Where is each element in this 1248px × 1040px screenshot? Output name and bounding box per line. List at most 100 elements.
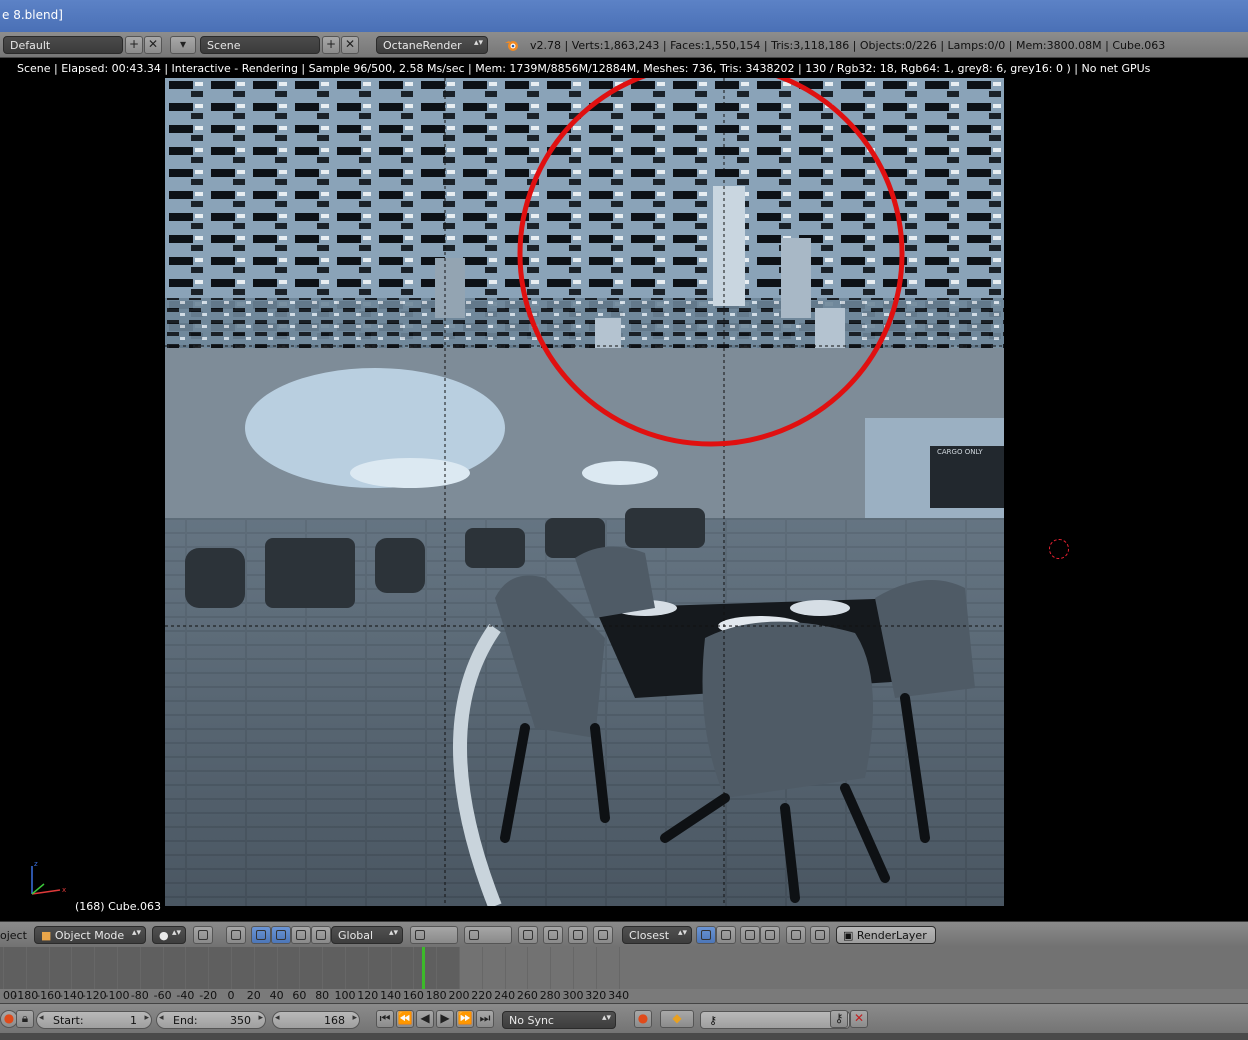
- magnet-icon: [701, 930, 711, 940]
- jump-keyframe-forward-button[interactable]: ⏩: [456, 1010, 474, 1028]
- jump-end-icon: ⏭: [479, 1011, 491, 1025]
- 3d-cursor-icon[interactable]: [1049, 539, 1069, 559]
- sync-dropdown[interactable]: No Sync ▴▾: [502, 1011, 616, 1029]
- keyframe-insert-button[interactable]: ⚷: [830, 1010, 848, 1028]
- scene-layers-grid-2[interactable]: [464, 926, 512, 944]
- manipulator-toggle[interactable]: [226, 926, 246, 944]
- fast-forward-icon: ⏩: [457, 1011, 473, 1025]
- keying-set-button[interactable]: ◆: [660, 1010, 694, 1028]
- snap-element-icon: [598, 930, 608, 940]
- pivot-button[interactable]: [193, 926, 213, 944]
- plus-icon: +: [325, 37, 337, 51]
- proportional-edit-button[interactable]: [543, 926, 563, 944]
- lock-layers-icon: [523, 930, 533, 940]
- snap-toggle[interactable]: [696, 926, 716, 944]
- jump-start-button[interactable]: ⏮: [376, 1010, 394, 1028]
- timeline-tick: [345, 947, 346, 989]
- delete-layout-button[interactable]: ✕: [144, 36, 162, 54]
- keying-set-field[interactable]: ⚷: [700, 1011, 850, 1029]
- timeline-tick: [550, 947, 552, 989]
- timeline-tick-label: 140: [380, 989, 402, 1002]
- pause-button[interactable]: [786, 926, 806, 944]
- snap-target-dropdown[interactable]: Closest ▴▾: [622, 926, 692, 944]
- layer-lock-button[interactable]: [518, 926, 538, 944]
- start-label: Start:: [53, 1014, 84, 1027]
- snap-target-label: Closest: [629, 929, 670, 942]
- keyframe-delete-button[interactable]: ✕: [850, 1010, 868, 1028]
- record-button[interactable]: ●: [634, 1010, 652, 1028]
- render-engine-label: OctaneRender: [383, 39, 462, 52]
- play-button[interactable]: ▶: [436, 1010, 454, 1028]
- updown-arrows-icon: ▴▾: [388, 928, 398, 938]
- timeline-tick: [117, 947, 118, 989]
- current-frame-value: 168: [324, 1014, 345, 1027]
- shading-dropdown[interactable]: ● ▴▾: [152, 926, 186, 944]
- scale-manipulator[interactable]: [291, 926, 311, 944]
- orientation-icon-button[interactable]: [311, 926, 331, 944]
- timeline-tick: [276, 947, 278, 989]
- scene-browse-button[interactable]: ▾: [170, 36, 196, 54]
- pivot-icon: [198, 930, 208, 940]
- chevron-right-icon: ▸: [258, 1013, 263, 1023]
- timeline-tick-label: -180: [13, 989, 39, 1002]
- orientation-dropdown[interactable]: Global ▴▾: [331, 926, 403, 944]
- timeline-tick-label: 40: [269, 989, 284, 1002]
- sync-label: No Sync: [509, 1014, 554, 1027]
- timeline-tick: [208, 947, 210, 989]
- start-frame-field[interactable]: ◂ Start: 1 ▸: [36, 1011, 152, 1029]
- timeline-tick-label: -20: [199, 989, 218, 1002]
- timeline-tick-label: 220: [471, 989, 493, 1002]
- timeline-tick-label: -120: [81, 989, 107, 1002]
- render-engine-dropdown[interactable]: OctaneRender ▴▾: [376, 36, 488, 54]
- axis-gizmo-icon: x z: [31, 860, 66, 895]
- timeline-tick: [618, 947, 620, 989]
- svg-text:z: z: [34, 860, 38, 868]
- x-icon: ✕: [147, 37, 159, 51]
- timeline[interactable]: 00 -180 -160 -140 -120 -100 -80 -60 -40 -20 0 20 40 6…: [0, 947, 1248, 1003]
- timeline-tick-label: 300: [562, 989, 584, 1002]
- end-frame-field[interactable]: ◂ End: 350 ▸: [156, 1011, 266, 1029]
- current-frame-field[interactable]: ◂ 168 ▸: [272, 1011, 360, 1029]
- render-layer-field[interactable]: ▣ RenderLayer: [836, 926, 936, 944]
- timeline-tick: [48, 947, 50, 989]
- proportional-icon: [548, 930, 558, 940]
- mode-dropdown[interactable]: ■ Object Mode ▴▾: [34, 926, 146, 944]
- key-icon: ◆: [672, 1011, 682, 1025]
- delete-scene-button[interactable]: ✕: [341, 36, 359, 54]
- play-reverse-button[interactable]: ◀: [416, 1010, 434, 1028]
- timeline-tick-label: 280: [539, 989, 561, 1002]
- timeline-tick-label: -80: [130, 989, 149, 1002]
- timeline-playhead[interactable]: [421, 947, 425, 989]
- layout-field[interactable]: Default: [3, 36, 123, 54]
- play-icon: ▶: [440, 1011, 450, 1025]
- timeline-tick-label: 20: [246, 989, 261, 1002]
- timeline-tick: [573, 947, 574, 989]
- scene-field[interactable]: Scene: [200, 36, 320, 54]
- manipulator-icon: [231, 930, 241, 940]
- timeline-tick: [94, 947, 96, 989]
- refresh-button[interactable]: [810, 926, 830, 944]
- render-anim-button[interactable]: [760, 926, 780, 944]
- render-layer-label: RenderLayer: [856, 929, 927, 942]
- 3d-viewport[interactable]: CARGO ONLY Scene | Elapsed: 00:43.34 | I…: [4, 58, 1244, 920]
- timeline-tick: [504, 947, 506, 989]
- snap-element-button[interactable]: [593, 926, 613, 944]
- add-layout-button[interactable]: +: [125, 36, 143, 54]
- record-icon: ●: [637, 1011, 649, 1025]
- timeline-tick: [481, 947, 483, 989]
- rewind-icon: ⏪: [397, 1011, 413, 1025]
- scene-layers-grid[interactable]: [410, 926, 458, 944]
- timeline-tick-label: 340: [608, 989, 630, 1002]
- snap-align-button[interactable]: [716, 926, 736, 944]
- render-still-button[interactable]: [740, 926, 760, 944]
- jump-keyframe-back-button[interactable]: ⏪: [396, 1010, 414, 1028]
- add-scene-button[interactable]: +: [322, 36, 340, 54]
- render-image: CARGO ONLY: [165, 78, 1004, 906]
- translate-manipulator[interactable]: [251, 926, 271, 944]
- timeline-ruler[interactable]: 00 -180 -160 -140 -120 -100 -80 -60 -40 -20 0 20 40 6…: [0, 989, 1248, 1003]
- render-preview: CARGO ONLY: [165, 78, 1004, 906]
- lock-button[interactable]: 🔒︎: [16, 1010, 34, 1028]
- jump-end-button[interactable]: ⏭: [476, 1010, 494, 1028]
- rotate-manipulator[interactable]: [271, 926, 291, 944]
- falloff-button[interactable]: [568, 926, 588, 944]
